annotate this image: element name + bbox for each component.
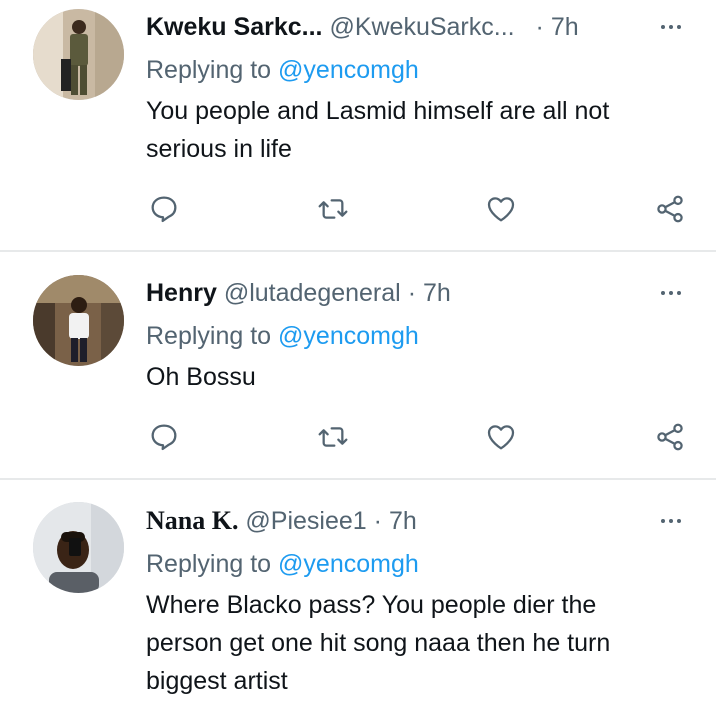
more-dots-icon[interactable] xyxy=(654,12,688,42)
tweet-header: Nana K. @Piesiee1 · 7h xyxy=(146,504,417,538)
tweet-text: Oh Bossu xyxy=(146,363,256,391)
replying-to-label: Replying to xyxy=(146,56,272,84)
mention-link[interactable]: @yencomgh xyxy=(278,550,419,578)
heart-icon xyxy=(487,425,515,450)
tweet-2[interactable]: Henry @lutadegeneral · 7h Replying to @y… xyxy=(0,252,716,478)
timestamp[interactable]: 7h xyxy=(551,13,579,41)
tweet-text: Where Blacko pass? You people dier the p… xyxy=(146,591,611,695)
share-icon xyxy=(657,423,683,451)
retweet-button[interactable] xyxy=(313,417,353,457)
replying-to-label: Replying to xyxy=(146,550,272,578)
timestamp[interactable]: 7h xyxy=(423,279,451,307)
reply-button[interactable] xyxy=(144,189,184,229)
separator-dot: · xyxy=(535,13,544,41)
mention-link[interactable]: @yencomgh xyxy=(278,56,419,84)
like-button[interactable] xyxy=(481,189,521,229)
more-dots-icon[interactable] xyxy=(654,506,688,536)
user-handle[interactable]: @Piesiee1 xyxy=(245,507,366,535)
mention-link[interactable]: @yencomgh xyxy=(278,322,419,350)
tweet-text: You people and Lasmid himself are all no… xyxy=(146,97,610,163)
more-dots-icon[interactable] xyxy=(654,278,688,308)
replying-to-line: Replying to @yencomgh xyxy=(146,319,419,353)
tweet-3[interactable]: Nana K. @Piesiee1 · 7h Replying to @yenc… xyxy=(0,480,716,727)
share-icon xyxy=(657,195,683,223)
user-handle[interactable]: @KwekuSarkc... xyxy=(329,13,514,41)
retweet-icon xyxy=(318,427,348,447)
retweet-icon xyxy=(318,199,348,219)
share-button[interactable] xyxy=(650,189,690,229)
reply-button[interactable] xyxy=(144,417,184,457)
like-button[interactable] xyxy=(481,417,521,457)
replying-to-line: Replying to @yencomgh xyxy=(146,547,419,581)
avatar[interactable] xyxy=(33,275,124,366)
share-button[interactable] xyxy=(650,417,690,457)
action-bar xyxy=(0,189,716,229)
retweet-button[interactable] xyxy=(313,189,353,229)
avatar[interactable] xyxy=(33,502,124,593)
tweet-header: Kweku Sarkc... @KwekuSarkc... · 7h xyxy=(146,10,579,44)
timestamp[interactable]: 7h xyxy=(389,507,417,535)
replying-to-line: Replying to @yencomgh xyxy=(146,53,419,87)
display-name[interactable]: Henry xyxy=(146,279,217,307)
display-name[interactable]: Nana K. xyxy=(146,506,238,535)
user-handle[interactable]: @lutadegeneral xyxy=(224,279,401,307)
separator-dot: · xyxy=(407,279,417,307)
action-bar xyxy=(0,417,716,457)
tweet-1[interactable]: Kweku Sarkc... @KwekuSarkc... · 7h Reply… xyxy=(0,0,716,250)
replying-to-label: Replying to xyxy=(146,322,272,350)
heart-icon xyxy=(487,197,515,222)
reply-bubble-icon xyxy=(151,424,177,451)
avatar[interactable] xyxy=(33,9,124,100)
reply-bubble-icon xyxy=(151,196,177,223)
separator-dot: · xyxy=(373,507,382,535)
tweet-header: Henry @lutadegeneral · 7h xyxy=(146,276,451,310)
display-name[interactable]: Kweku Sarkc... xyxy=(146,13,322,41)
